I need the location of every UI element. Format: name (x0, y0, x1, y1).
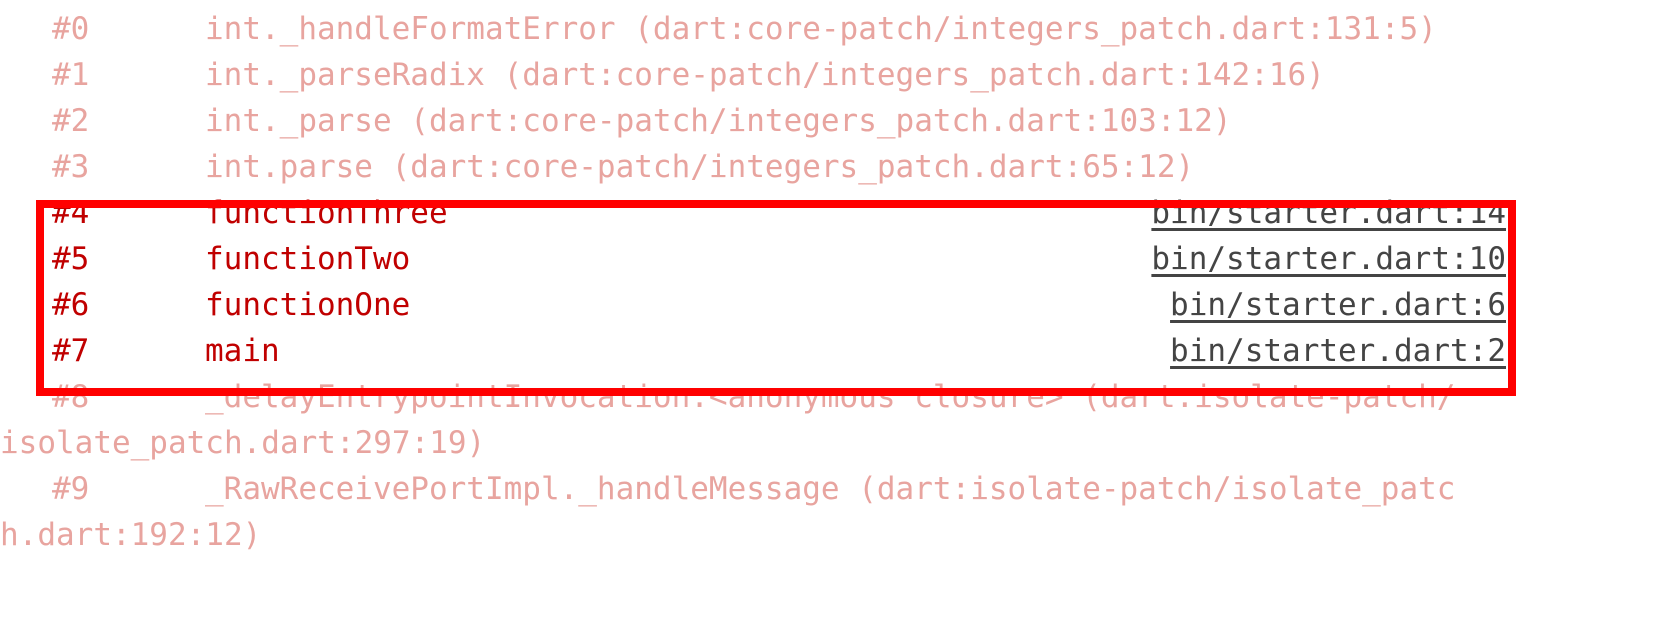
stack-frame-continuation: isolate_patch.dart:297:19) (0, 420, 1632, 466)
stack-trace: #0 int._handleFormatError (dart:core-pat… (0, 6, 1632, 558)
frame-number: #3 (52, 149, 90, 185)
stack-frame: #2 int._parse (dart:core-patch/integers_… (52, 98, 1632, 144)
frame-function: functionTwo (205, 241, 411, 277)
frame-text: int._parseRadix (dart:core-patch/integer… (205, 57, 1325, 93)
frame-number: #4 (52, 195, 90, 231)
stack-frame: #0 int._handleFormatError (dart:core-pat… (52, 6, 1632, 52)
frame-text: _RawReceivePortImpl._handleMessage (dart… (205, 471, 1456, 507)
frame-number: #5 (52, 241, 90, 277)
frame-text: int.parse (dart:core-patch/integers_patc… (205, 149, 1195, 185)
stack-frame: #3 int.parse (dart:core-patch/integers_p… (52, 144, 1632, 190)
stack-frame-highlighted: #4 functionThree bin/starter.dart:14 (52, 190, 1506, 236)
source-location-link[interactable]: bin/starter.dart:6 (1170, 282, 1506, 328)
frame-number: #0 (52, 11, 90, 47)
source-location-link[interactable]: bin/starter.dart:2 (1170, 328, 1506, 374)
frame-text-continuation: h.dart:192:12) (0, 517, 262, 553)
stack-frame: #8 _delayEntrypointInvocation.<anonymous… (52, 374, 1632, 420)
source-location-link[interactable]: bin/starter.dart:10 (1151, 236, 1506, 282)
frame-function: functionOne (205, 287, 411, 323)
frame-text: _delayEntrypointInvocation.<anonymous cl… (205, 379, 1456, 415)
stack-frame: #9 _RawReceivePortImpl._handleMessage (d… (52, 466, 1632, 512)
stack-frame-highlighted: #7 main bin/starter.dart:2 (52, 328, 1506, 374)
frame-number: #2 (52, 103, 90, 139)
frame-text: int._handleFormatError (dart:core-patch/… (205, 11, 1437, 47)
source-location-link[interactable]: bin/starter.dart:14 (1151, 190, 1506, 236)
frame-number: #7 (52, 333, 90, 369)
frame-number: #8 (52, 379, 90, 415)
frame-function: functionThree (205, 195, 448, 231)
frame-text: int._parse (dart:core-patch/integers_pat… (205, 103, 1232, 139)
frame-text-continuation: isolate_patch.dart:297:19) (0, 425, 486, 461)
stack-frame-highlighted: #6 functionOne bin/starter.dart:6 (52, 282, 1506, 328)
frame-function: main (205, 333, 280, 369)
stack-frame-highlighted: #5 functionTwo bin/starter.dart:10 (52, 236, 1506, 282)
frame-number: #1 (52, 57, 90, 93)
frame-number: #6 (52, 287, 90, 323)
frame-number: #9 (52, 471, 90, 507)
stack-frame: #1 int._parseRadix (dart:core-patch/inte… (52, 52, 1632, 98)
stack-frame-continuation: h.dart:192:12) (0, 512, 1632, 558)
